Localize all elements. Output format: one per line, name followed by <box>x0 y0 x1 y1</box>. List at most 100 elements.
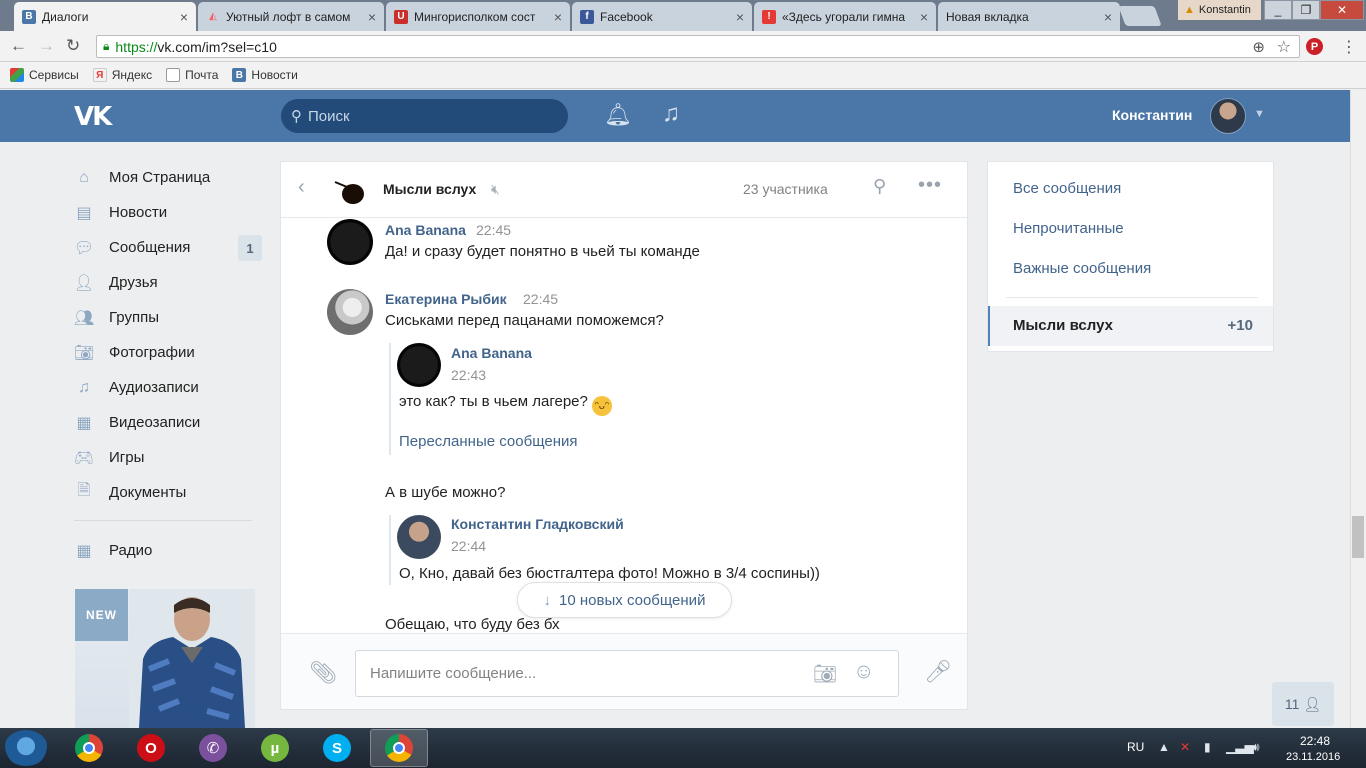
bookmark-mail[interactable]: Почта <box>166 68 218 82</box>
sidebar-item-groups[interactable]: 👥︎ Группы <box>74 300 264 335</box>
sidebar-item-video[interactable]: ▦ Видеозаписи <box>74 405 264 440</box>
chevron-down-icon[interactable]: ▼ <box>1254 108 1265 120</box>
signal-icon[interactable]: ▁▃▅ <box>1226 740 1254 754</box>
start-button[interactable] <box>4 730 48 766</box>
minimize-button[interactable]: _ <box>1264 0 1292 20</box>
avatar[interactable] <box>327 289 373 335</box>
tab-new[interactable]: Новая вкладка × <box>938 2 1120 31</box>
online-friends-button[interactable]: 11 👤︎ <box>1272 682 1334 726</box>
sidebar-item-label: Группы <box>109 309 159 326</box>
bookmark-services[interactable]: Сервисы <box>10 68 79 82</box>
sidebar-item-my-page[interactable]: ⌂ Моя Страница <box>74 160 264 195</box>
back-icon[interactable]: ← <box>10 36 27 56</box>
airbnb-icon: ◭ <box>209 11 217 22</box>
taskbar-chrome-active[interactable] <box>370 729 428 767</box>
ad-banner[interactable]: NEW <box>75 589 255 728</box>
battery-icon[interactable]: ▮ <box>1204 740 1211 754</box>
chat-avatar[interactable] <box>333 177 367 207</box>
sidebar-item-friends[interactable]: 👤︎ Друзья <box>74 265 264 300</box>
menu-icon[interactable]: ⋮ <box>1341 37 1357 57</box>
taskbar-chrome[interactable] <box>60 729 118 767</box>
close-icon[interactable]: × <box>180 9 188 25</box>
sidebar-item-label: Друзья <box>109 274 158 291</box>
ad-new-badge: NEW <box>75 589 128 641</box>
close-icon[interactable]: × <box>368 9 376 25</box>
profile-badge[interactable]: ▲ Konstantin <box>1178 0 1261 20</box>
scrollbar-thumb[interactable] <box>1352 516 1364 558</box>
restore-button[interactable]: ❐ <box>1292 0 1320 20</box>
avatar[interactable] <box>1210 98 1246 134</box>
close-icon[interactable]: × <box>736 9 744 25</box>
avatar[interactable] <box>397 515 441 559</box>
new-tab-button[interactable] <box>1118 6 1162 26</box>
tab-facebook[interactable]: f Facebook × <box>572 2 752 31</box>
sidebar-item-messages[interactable]: 💬︎ Сообщения 1 <box>74 230 264 265</box>
participants-count[interactable]: 23 участника <box>743 181 828 197</box>
tab-dialogs[interactable]: В Диалоги × <box>14 2 196 31</box>
conversation-item[interactable]: Мысли вслух +10 <box>988 306 1273 346</box>
tab-loft[interactable]: ◭ Уютный лофт в самом × <box>198 2 384 31</box>
sidebar-item-label: Аудиозаписи <box>109 379 199 396</box>
sidebar-item-label: Моя Страница <box>109 169 211 186</box>
reload-icon[interactable]: ↻ <box>66 36 80 56</box>
sidebar-item-news[interactable]: ▤ Новости <box>74 195 264 230</box>
search-input[interactable]: ⚲ Поиск <box>281 99 568 133</box>
tab-mingorispolkom[interactable]: U Мингорисполком сост × <box>386 2 570 31</box>
pinterest-icon[interactable]: P <box>1306 38 1323 55</box>
sidebar-item-audio[interactable]: ♫ Аудиозаписи <box>74 370 264 405</box>
paperclip-icon[interactable]: 📎︎ <box>309 660 337 686</box>
sidebar-item-documents[interactable]: 🗎 Документы <box>74 475 264 510</box>
clock-date[interactable]: 23.11.2016 <box>1286 751 1340 763</box>
forward-icon[interactable]: → <box>38 36 55 56</box>
sidebar-item-photos[interactable]: 📷︎ Фотографии <box>74 335 264 370</box>
clock-time[interactable]: 22:48 <box>1300 734 1330 748</box>
filter-unread[interactable]: Непрочитанные <box>1013 220 1124 237</box>
network-error-icon[interactable]: ✕ <box>1180 740 1190 754</box>
close-icon[interactable]: × <box>1104 9 1112 25</box>
page-scrollbar[interactable] <box>1350 90 1366 728</box>
new-messages-label: 10 новых сообщений <box>559 591 706 609</box>
language-indicator[interactable]: RU <box>1127 740 1144 754</box>
microphone-icon[interactable]: 🎤︎ <box>924 659 952 685</box>
vk-logo[interactable]: VK <box>74 102 112 132</box>
taskbar-opera[interactable]: O <box>122 729 180 767</box>
forwarded-messages-link[interactable]: Пересланные сообщения <box>399 433 578 450</box>
user-name[interactable]: Константин <box>1112 107 1192 123</box>
message-author[interactable]: Ana Banana <box>385 222 466 238</box>
chevron-left-icon[interactable]: ‹ <box>298 176 305 199</box>
chat-title[interactable]: Мысли вслух <box>383 181 476 197</box>
bookmark-news[interactable]: В Новости <box>232 68 298 82</box>
music-icon[interactable]: ♫ <box>662 100 680 128</box>
bookmark-yandex[interactable]: Я Яндекс <box>92 68 152 82</box>
filter-all-messages[interactable]: Все сообщения <box>1013 180 1121 197</box>
sidebar-item-label: Документы <box>109 484 187 501</box>
forwarded-author[interactable]: Константин Гладковский <box>451 516 624 532</box>
taskbar-utorrent[interactable]: µ <box>246 729 304 767</box>
message-author[interactable]: Екатерина Рыбик <box>385 291 507 307</box>
new-messages-button[interactable]: ↓ 10 новых сообщений <box>517 582 732 618</box>
smile-icon[interactable]: ☺ <box>853 660 874 684</box>
search-icon[interactable]: ⚲ <box>873 176 886 197</box>
window-close-button[interactable]: ✕ <box>1320 0 1364 20</box>
avatar[interactable] <box>327 219 373 265</box>
avatar[interactable] <box>397 343 441 387</box>
close-icon[interactable]: × <box>554 9 562 25</box>
camera-icon[interactable]: 📷︎ <box>813 662 837 686</box>
more-icon[interactable]: ••• <box>918 174 942 197</box>
url-field[interactable]: 🔒︎ https:// vk.com/im?sel=c10 ⊕ ☆ <box>96 35 1300 58</box>
yandex-icon: Я <box>92 68 107 82</box>
volume-icon[interactable]: 🔊︎ <box>1252 740 1260 755</box>
taskbar-skype[interactable]: S <box>308 729 366 767</box>
taskbar-viber[interactable]: ✆ <box>184 729 242 767</box>
sidebar-item-games[interactable]: 🎮︎ Игры <box>74 440 264 475</box>
bell-icon[interactable]: 🔔︎ <box>604 102 632 128</box>
forwarded-author[interactable]: Ana Banana <box>451 345 532 361</box>
sidebar-item-radio[interactable]: ▦ Радио <box>74 533 264 568</box>
close-icon[interactable]: × <box>920 9 928 25</box>
tray-expand-icon[interactable]: ▲ <box>1158 740 1170 754</box>
zoom-icon[interactable]: ⊕ <box>1252 38 1265 56</box>
star-icon[interactable]: ☆ <box>1277 37 1291 57</box>
tab-news[interactable]: ! «Здесь угорали гимна × <box>754 2 936 31</box>
filter-important[interactable]: Важные сообщения <box>1013 260 1151 277</box>
unread-count-badge: 1 <box>238 235 262 261</box>
